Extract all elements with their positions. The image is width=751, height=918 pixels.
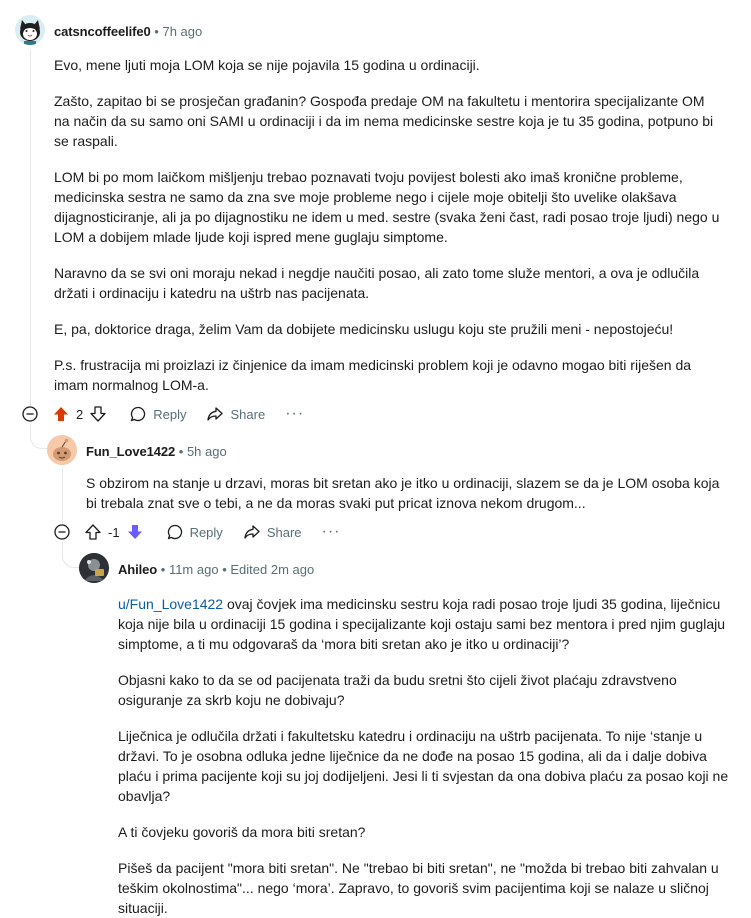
comment-paragraph: Naravno da se svi oni moraju nekad i neg…	[54, 265, 700, 301]
share-button[interactable]: Share	[206, 405, 265, 423]
vote-group: 2	[52, 405, 107, 423]
more-options-icon: ···	[285, 405, 305, 422]
comment-paragraph: LOM bi po mom laičkom mišljenju trebao p…	[54, 169, 720, 245]
edited-label: Edited 2m ago	[230, 562, 315, 577]
reply-label: Reply	[189, 524, 223, 540]
comment-actions: 2 Reply Share ···	[52, 402, 324, 426]
vote-score: 2	[76, 406, 84, 422]
more-options-button[interactable]: ···	[322, 523, 341, 541]
share-button[interactable]: Share	[243, 523, 302, 541]
username[interactable]: Ahileo	[118, 562, 157, 577]
comment-body: u/Fun_Love1422 ovaj čovjek ima medicinsk…	[118, 594, 730, 918]
comment-body: Evo, mene ljuti moja LOM koja se nije po…	[54, 55, 724, 395]
timestamp[interactable]: 5h ago	[187, 444, 227, 459]
avatar[interactable]	[47, 435, 77, 465]
upvote-arrow-icon[interactable]	[84, 523, 102, 541]
comment-paragraph: Objasni kako to da se od pacijenata traž…	[118, 672, 677, 708]
meta-separator: •	[222, 562, 227, 577]
more-options-icon: ···	[321, 523, 341, 540]
share-arrow-icon	[207, 407, 224, 421]
thread-connector-reply-1	[30, 424, 47, 449]
meta-separator: •	[178, 444, 184, 459]
thread-line-level-2[interactable]	[62, 468, 63, 524]
comment-body: S obzirom na stanje u drzavi, moras bit …	[86, 473, 731, 513]
comment-paragraph: u/Fun_Love1422 ovaj čovjek ima medicinsk…	[118, 594, 730, 654]
vote-group: -1	[84, 523, 144, 541]
share-arrow-icon	[244, 525, 260, 539]
reply-button[interactable]: Reply	[166, 523, 223, 541]
username[interactable]: Fun_Love1422	[86, 444, 175, 459]
user-mention-link[interactable]: u/Fun_Love1422	[118, 596, 223, 612]
thread-line-level-1[interactable]	[30, 50, 31, 406]
comment-meta: catsncoffeelife0 • 7h ago	[54, 24, 202, 40]
comment-paragraph: Zašto, zapitao bi se prosječan građanin?…	[54, 93, 714, 149]
timestamp[interactable]: 7h ago	[162, 24, 202, 39]
comment-meta: Ahileo • 11m ago • Edited 2m ago	[118, 562, 314, 578]
cat-avatar-icon	[15, 15, 45, 45]
share-label: Share	[230, 406, 266, 422]
comment-paragraph: E, pa, doktorice draga, želim Vam da dob…	[54, 321, 674, 337]
comment-paragraph: P.s. frustracija mi proizlazi iz činjeni…	[54, 357, 692, 393]
downvote-arrow-icon[interactable]	[126, 523, 144, 541]
user-photo-avatar-image	[79, 553, 109, 583]
upvote-arrow-icon[interactable]	[52, 405, 70, 423]
reply-label: Reply	[153, 406, 187, 422]
more-options-button[interactable]: ···	[285, 405, 304, 423]
comment-meta: Fun_Love1422 • 5h ago	[86, 444, 227, 460]
comment-actions: -1 Reply Share ···	[84, 520, 361, 544]
thread-connector-reply-2	[62, 542, 79, 568]
comment-paragraph: Liječnica je odlučila držati i fakultets…	[118, 728, 729, 804]
comment-bubble-icon	[131, 406, 146, 422]
comment-paragraph: Evo, mene ljuti moja LOM koja se nije po…	[54, 57, 480, 73]
avatar[interactable]	[15, 15, 45, 45]
meta-separator: •	[154, 24, 159, 39]
reply-button[interactable]: Reply	[129, 405, 186, 423]
comment-paragraph: S obzirom na stanje u drzavi, moras bit …	[86, 475, 720, 511]
share-label: Share	[266, 524, 302, 540]
collapse-minus-icon[interactable]	[22, 406, 38, 422]
vote-score: -1	[108, 524, 120, 540]
comment-paragraph: A ti čovjeku govoriš da mora biti sretan…	[118, 824, 366, 840]
timestamp[interactable]: 11m ago	[169, 562, 219, 577]
username[interactable]: catsncoffeelife0	[54, 24, 151, 39]
collapse-minus-icon[interactable]	[54, 524, 70, 540]
snoo-avatar-icon	[47, 435, 77, 465]
user-photo-avatar[interactable]	[79, 553, 109, 583]
meta-separator: •	[160, 562, 166, 577]
comment-paragraph: Pišeš da pacijent "mora biti sretan". Ne…	[118, 860, 719, 916]
comment-bubble-icon	[167, 524, 182, 540]
downvote-arrow-icon[interactable]	[89, 405, 107, 423]
